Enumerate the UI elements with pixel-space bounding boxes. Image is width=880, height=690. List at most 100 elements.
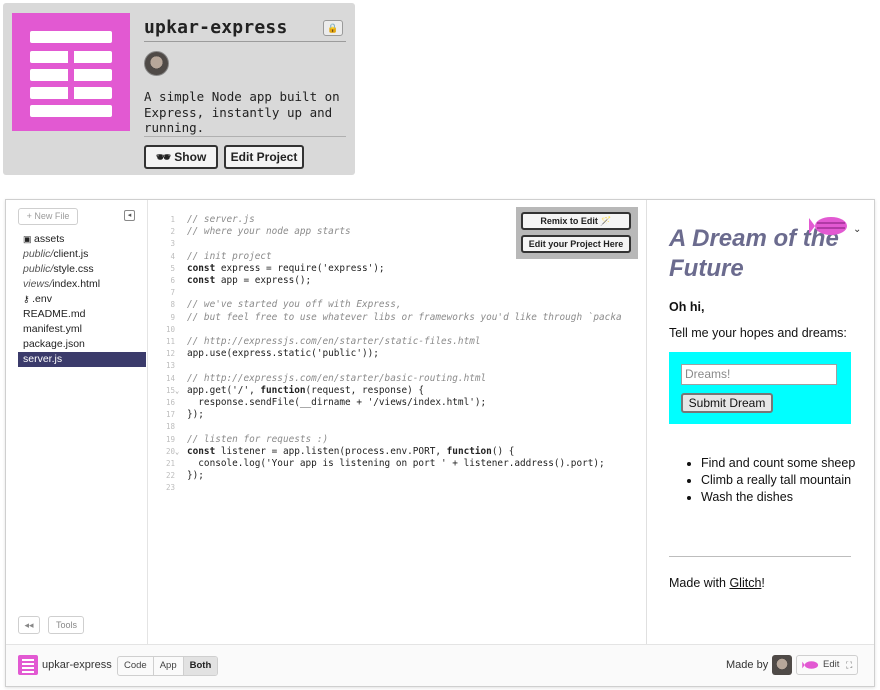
code-token: app.get('/',	[187, 384, 261, 396]
line-number: 9	[170, 312, 175, 322]
dream-input[interactable]: Dreams!	[681, 364, 837, 385]
app-preview: A Dream of the Future ⌄ Oh hi, Tell me y…	[646, 200, 874, 644]
line-number: 15	[165, 385, 175, 395]
code-token: listener = app.listen(process.env.PORT,	[215, 445, 447, 457]
rewind-button[interactable]: ◂◂	[18, 616, 40, 634]
code-token: });	[187, 409, 204, 421]
file-list: ▣ assets public/client.js public/style.css…	[18, 232, 146, 367]
tools-button[interactable]: Tools	[48, 616, 85, 634]
code-line: 17});	[149, 409, 204, 421]
edit-label: Edit	[823, 659, 840, 670]
code-line: 1 // server.js	[149, 214, 255, 226]
code-token: (request, response) {	[305, 384, 425, 396]
file-item[interactable]: server.js	[18, 352, 146, 367]
magic-wand-icon: 🪄	[600, 216, 612, 226]
code-line: 6 const app = express();	[149, 275, 311, 287]
file-name: client.js	[53, 248, 89, 260]
view-both-button[interactable]: Both	[183, 657, 218, 675]
code-token: app.use(express.static('public'));	[187, 348, 379, 360]
file-name: server.js	[23, 353, 63, 365]
remix-label: Remix to Edit	[540, 216, 598, 226]
made-by-label: Made by	[726, 659, 769, 671]
code-token: const	[187, 275, 216, 286]
made-with-text: Made with	[669, 576, 730, 590]
collapse-sidebar-icon[interactable]: ◂	[124, 210, 135, 221]
fold-icon[interactable]: ⌄	[175, 385, 179, 397]
code-line: 13	[149, 360, 187, 372]
file-name: style.css	[53, 263, 94, 275]
sidebar-tools: ◂◂ Tools	[18, 616, 85, 634]
prompt-text: Tell me your hopes and dreams:	[669, 326, 847, 340]
view-toggle: Code App Both	[117, 656, 219, 676]
code-token: const	[187, 262, 216, 274]
file-item[interactable]: public/client.js	[18, 247, 146, 262]
chevron-down-icon[interactable]: ⌄	[853, 224, 861, 235]
file-item[interactable]: ▣ assets	[18, 232, 146, 247]
code-line: 14 // http://expressjs.com/en/starter/bas…	[149, 373, 486, 385]
code-token: response.sendFile(__dirname + '/views/in…	[187, 397, 487, 408]
line-number: 16	[165, 398, 175, 407]
fold-icon[interactable]: ⌄	[175, 446, 179, 458]
view-code-button[interactable]: Code	[118, 657, 154, 675]
new-file-button[interactable]: + New File	[18, 208, 78, 225]
file-name: package.json	[23, 338, 85, 350]
lock-icon[interactable]: 🔒	[323, 20, 343, 36]
code-token: // http://expressjs.com/en/starter/basic…	[187, 372, 487, 384]
line-number: 18	[165, 422, 175, 432]
line-number: 1	[170, 215, 175, 224]
file-item[interactable]: manifest.yml	[18, 322, 146, 337]
divider	[144, 41, 346, 42]
line-number: 2	[170, 227, 175, 237]
file-item[interactable]: package.json	[18, 337, 146, 352]
line-number: 5	[170, 263, 175, 273]
sunglasses-icon: 🕶	[155, 150, 171, 164]
submit-dream-button[interactable]: Submit Dream	[681, 393, 773, 413]
code-line: 2 // where your node app starts	[149, 226, 350, 238]
line-number: 11	[165, 337, 175, 346]
line-number: 4	[170, 251, 175, 261]
glitch-fish-icon[interactable]	[809, 214, 851, 238]
code-editor[interactable]: 1 // server.js 2 // where your node app sta…	[149, 200, 645, 644]
file-item[interactable]: public/style.css	[18, 262, 146, 277]
edit-on-glitch-button[interactable]: Edit ⛶	[796, 655, 858, 675]
edit-project-here-button[interactable]: Edit your Project Here	[521, 235, 631, 253]
author-avatar[interactable]	[772, 655, 792, 675]
code-line: 16 response.sendFile(__dirname + '/views…	[149, 397, 486, 409]
key-icon: ⚷	[23, 294, 33, 304]
file-item[interactable]: ⚷ .env	[18, 292, 146, 307]
show-label: Show	[174, 150, 207, 164]
line-number: 3	[170, 239, 175, 249]
dream-item: Wash the dishes	[701, 489, 861, 505]
footer-project-name[interactable]: upkar-express	[42, 659, 112, 671]
file-name: index.html	[52, 278, 101, 290]
code-token: app = express();	[215, 275, 312, 286]
file-name: .env	[32, 293, 52, 305]
code-token: // listen for requests :)	[187, 433, 329, 445]
line-number: 10	[165, 324, 175, 334]
show-button[interactable]: 🕶 Show	[144, 145, 218, 169]
greeting: Oh hi,	[669, 300, 705, 314]
view-app-button[interactable]: App	[154, 657, 184, 675]
glitch-link[interactable]: Glitch	[729, 576, 761, 590]
line-number: 13	[165, 361, 175, 371]
file-dir: views/	[23, 278, 53, 290]
code-token: // server.js	[187, 214, 255, 225]
project-card: upkar-express 🔒 A simple Node app built …	[3, 3, 355, 175]
code-line: 4 // init project	[149, 251, 271, 263]
made-with-footer: Made with Glitch!	[669, 576, 765, 590]
line-number: 17	[165, 410, 175, 420]
made-with-end: !	[761, 576, 765, 590]
glitch-embed: + New File ◂ ▣ assets public/client.js pub…	[5, 199, 875, 687]
code-line: 22});	[149, 470, 204, 482]
file-item[interactable]: README.md	[18, 307, 146, 322]
edit-project-button[interactable]: Edit Project	[224, 145, 304, 169]
file-item[interactable]: views/index.html	[18, 277, 146, 292]
code-line: 12 app.use(express.static('public'));	[149, 348, 379, 360]
dream-form: Dreams! Submit Dream	[669, 352, 851, 424]
file-name: README.md	[23, 308, 86, 320]
line-number: 21	[165, 459, 175, 468]
remix-to-edit-button[interactable]: Remix to Edit 🪄	[521, 212, 631, 230]
avatar[interactable]	[144, 51, 169, 76]
remix-overlay: Remix to Edit 🪄 Edit your Project Here	[516, 207, 638, 259]
code-line: 15 ⌄ app.get('/', function(request, respon…	[149, 385, 424, 397]
